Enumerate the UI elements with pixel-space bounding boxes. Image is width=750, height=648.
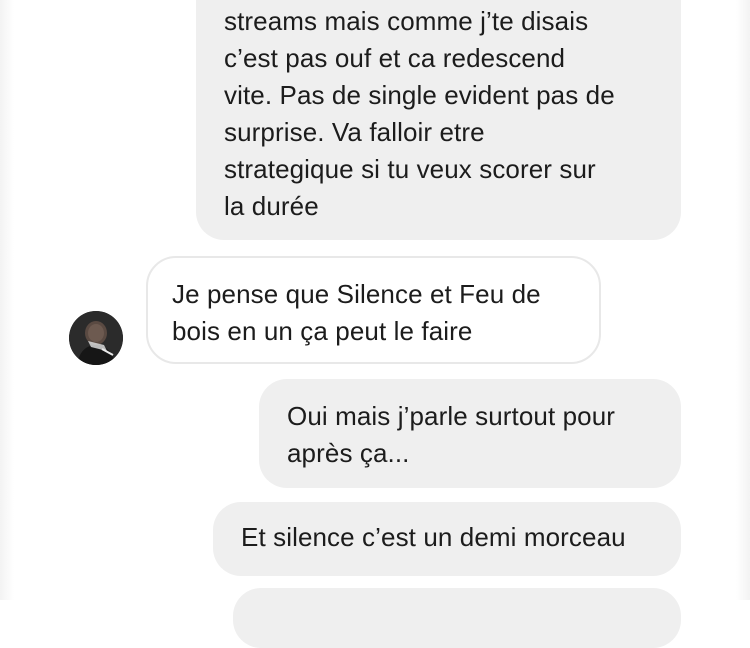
profile-photo-icon[interactable] (69, 311, 123, 365)
message-bubble-received[interactable]: Je pense que Silence et Feu de bois en u… (146, 256, 601, 364)
message-bubble-sent[interactable]: Et silence c’est un demi morceau (213, 502, 681, 576)
avatar-image (69, 311, 123, 365)
right-edge-shade (736, 0, 750, 600)
message-bubble-sent[interactable] (233, 588, 681, 648)
message-bubble-sent[interactable]: streams mais comme j’te disais c’est pas… (196, 0, 681, 240)
left-edge-shade (0, 0, 14, 600)
message-bubble-sent[interactable]: Oui mais j’parle surtout pour après ça..… (259, 379, 681, 488)
